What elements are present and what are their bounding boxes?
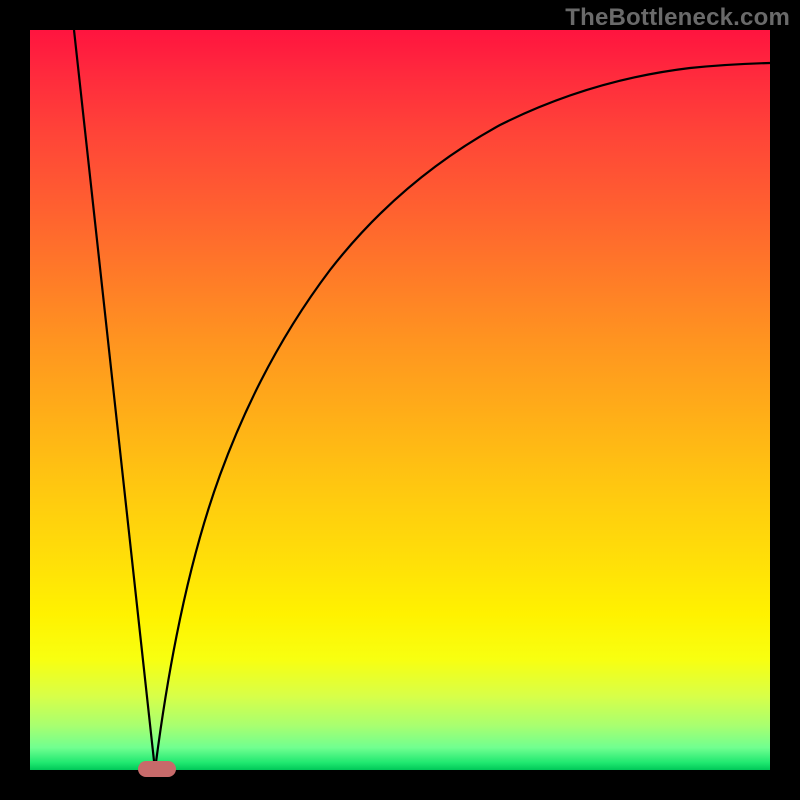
left-branch-curve (74, 30, 155, 770)
optimum-marker (138, 761, 176, 777)
right-branch-curve (155, 63, 770, 770)
curve-layer (30, 30, 770, 770)
chart-frame: TheBottleneck.com (0, 0, 800, 800)
watermark-text: TheBottleneck.com (565, 4, 790, 32)
plot-area (30, 30, 770, 770)
